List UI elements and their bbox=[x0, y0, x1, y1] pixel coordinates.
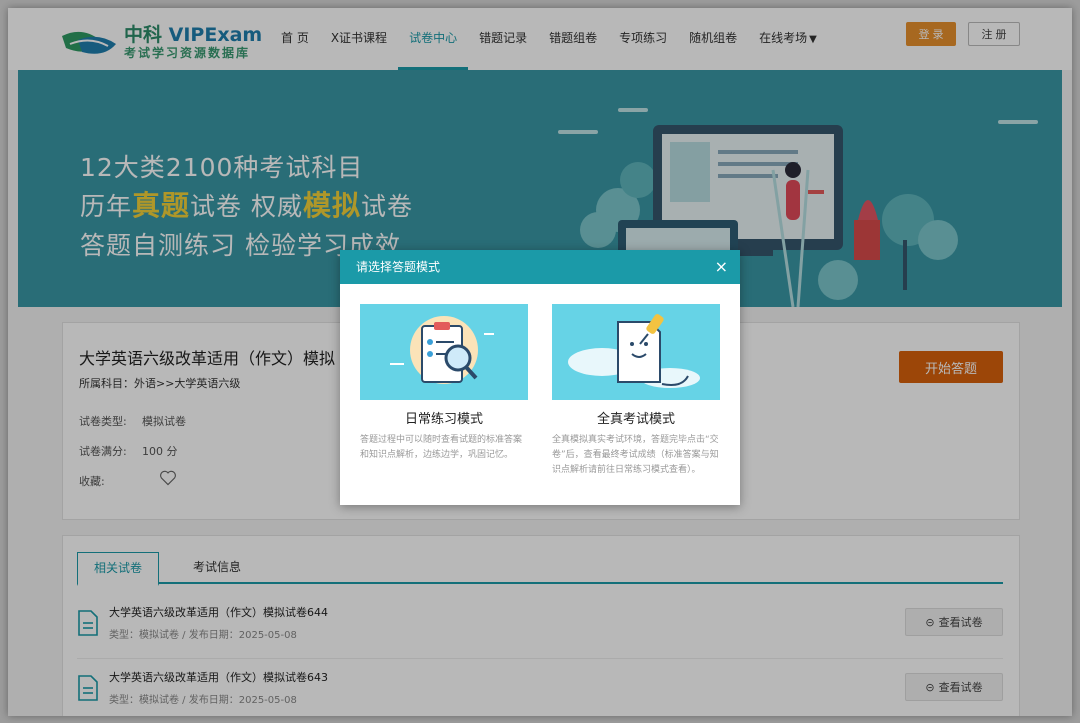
close-icon[interactable]: × bbox=[715, 250, 728, 284]
mode-full-exam[interactable]: 全真考试模式 全真模拟真实考试环境，答题完毕点击“交卷”后，查看最终考试成绩（标… bbox=[552, 304, 720, 478]
paper-pin-icon bbox=[568, 314, 700, 388]
mode-daily-practice[interactable]: 日常练习模式 答题过程中可以随时查看试题的标准答案和知识点解析，边练边学，巩固记… bbox=[360, 304, 528, 463]
mode-illustration bbox=[360, 304, 528, 400]
mode-description: 答题过程中可以随时查看试题的标准答案和知识点解析，边练边学，巩固记忆。 bbox=[360, 435, 523, 460]
mode-name: 日常练习模式 bbox=[404, 412, 483, 427]
mode-illustration bbox=[552, 304, 720, 400]
mode-description: 全真模拟真实考试环境，答题完毕点击“交卷”后，查看最终考试成绩（标准答案与知识点… bbox=[552, 435, 719, 475]
mode-name: 全真考试模式 bbox=[596, 412, 675, 427]
dialog-title: 请选择答题模式 bbox=[356, 260, 441, 274]
clipboard-magnifier-icon bbox=[390, 316, 494, 384]
dialog-header: 请选择答题模式 × bbox=[340, 250, 740, 284]
answer-mode-dialog: 请选择答题模式 × 日常练习模式 答题过程中可以随时查看试题的标准答案和知识点解… bbox=[340, 250, 740, 505]
